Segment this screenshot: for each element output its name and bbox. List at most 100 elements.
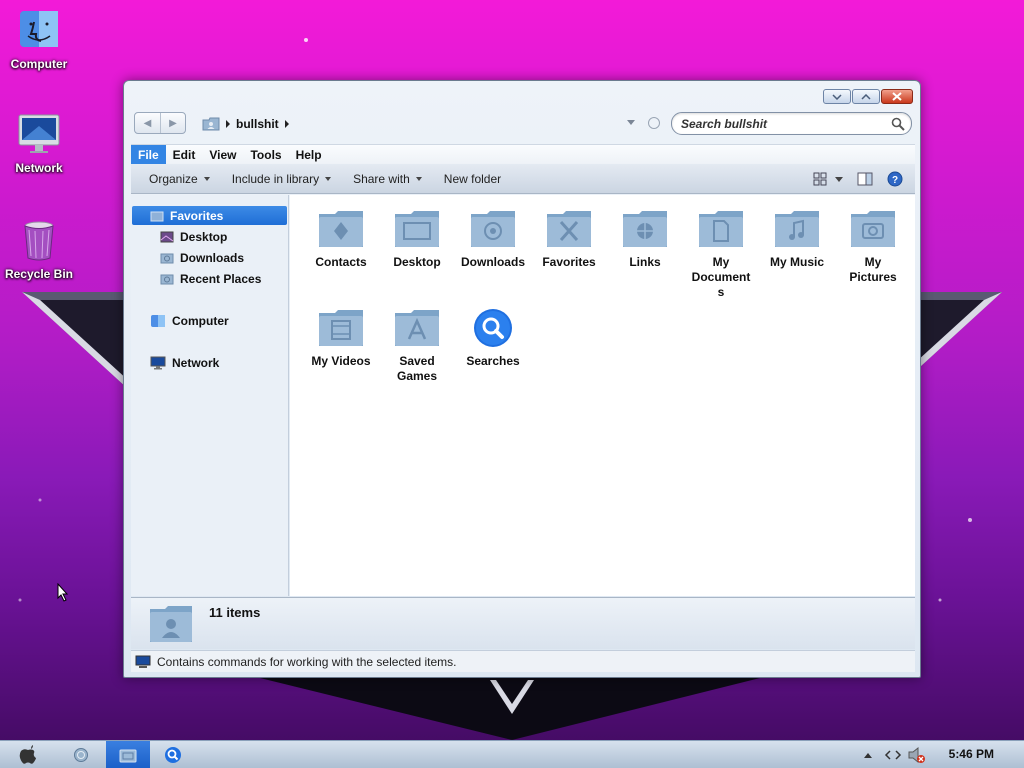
desktop-folder-icon [395,211,439,247]
desktop-icon-label: Recycle Bin [4,267,74,281]
maximize-button[interactable] [852,89,880,104]
downloads-folder-icon [471,211,515,247]
breadcrumb[interactable]: bullshit [202,115,289,133]
desktop-icon-network[interactable]: Network [0,112,79,175]
tray-volume-button[interactable] [906,744,928,766]
menu-file[interactable]: File [131,145,166,164]
search-input[interactable] [681,116,881,132]
downloads-folder-icon [160,253,174,263]
links-folder-icon [623,211,667,247]
videos-folder-icon [319,310,363,346]
share-with-button[interactable]: Share with [342,164,433,194]
taskbar-search-button[interactable] [162,744,184,766]
refresh-icon[interactable] [648,117,660,129]
command-bar: Organize Include in library Share with N… [131,164,915,194]
menu-tools[interactable]: Tools [243,145,288,164]
search-icon[interactable] [891,117,905,131]
folder-item-saved-games[interactable]: Saved Games [379,308,455,384]
svg-text:?: ? [892,175,898,186]
monitor-icon [18,114,60,153]
folder-item-favorites[interactable]: Favorites [531,209,607,270]
address-bar: ◀ ▶ bullshit [134,112,912,136]
folder-item-contacts[interactable]: Contacts [303,209,379,270]
search-box[interactable] [671,112,912,135]
taskbar-network-button[interactable] [70,744,92,766]
folder-item-searches[interactable]: Searches [455,308,531,369]
view-grid-icon [813,172,827,186]
explorer-window[interactable]: ◀ ▶ bullshit File Edit View Tools Help [123,80,921,678]
apple-logo-icon [19,745,36,764]
details-pane: 11 items [131,597,915,649]
nav-item-desktop[interactable]: Desktop [131,227,227,246]
minimize-button[interactable] [823,89,851,104]
desktop-icon-recycle-bin[interactable]: Recycle Bin [0,218,79,281]
tray-network-button[interactable] [882,744,904,766]
folder-item-my-music[interactable]: My Music [759,209,835,270]
chevron-down-icon [203,176,210,181]
user-folder-icon [150,606,192,642]
explorer-folder-icon [119,749,137,763]
folder-item-my-pictures[interactable]: My Pictures [835,209,911,285]
speaker-muted-icon [908,746,925,764]
forward-button[interactable]: ▶ [160,113,185,133]
close-icon [892,92,902,101]
help-icon[interactable]: ? [887,171,903,187]
folder-item-downloads[interactable]: Downloads [455,209,531,270]
caption-buttons [823,89,913,104]
network-monitor-icon [150,356,166,369]
tray-show-hidden-button[interactable] [862,744,874,766]
documents-folder-icon [699,211,743,247]
magnifier-icon [474,309,512,347]
item-count: 11 items [209,605,261,620]
new-folder-button[interactable]: New folder [433,164,512,194]
maximize-icon [861,93,871,100]
user-folder-icon [202,117,220,131]
star-folder-icon [150,211,164,221]
breadcrumb-separator-icon [226,120,230,128]
folder-item-my-documents[interactable]: My Document s [683,209,759,300]
nav-item-favorites[interactable]: Favorites [132,206,287,225]
menu-view[interactable]: View [202,145,243,164]
nav-item-network[interactable]: Network [131,353,219,372]
network-arrows-icon [884,750,902,760]
address-dropdown-icon[interactable] [627,120,635,125]
include-in-library-button[interactable]: Include in library [221,164,342,194]
breadcrumb-separator-icon[interactable] [284,120,289,128]
folder-item-links[interactable]: Links [607,209,683,270]
change-view-button[interactable] [813,172,843,186]
breadcrumb-current[interactable]: bullshit [236,117,279,131]
nav-item-downloads[interactable]: Downloads [131,248,244,267]
file-list[interactable]: Contacts Desktop Downloads Favorites Lin… [290,195,915,596]
folder-item-my-videos[interactable]: My Videos [303,308,379,369]
nav-item-recent-places[interactable]: Recent Places [131,269,261,288]
taskbar: 5:46 PM [0,740,1024,768]
back-arrow-icon: ◀ [143,117,152,129]
magnifier-icon [165,747,181,763]
desktop-icon-computer[interactable]: Computer [0,8,79,71]
folder-item-desktop[interactable]: Desktop [379,209,455,270]
contacts-folder-icon [319,211,363,247]
view-controls: ? [813,164,915,194]
start-button[interactable] [16,744,40,766]
forward-arrow-icon: ▶ [169,117,177,129]
finder-icon [20,11,58,47]
nav-buttons: ◀ ▶ [134,112,186,134]
preview-pane-icon[interactable] [857,172,873,186]
favorites-folder-icon [547,211,591,247]
menu-edit[interactable]: Edit [166,145,203,164]
desktop-folder-icon [160,231,174,242]
globe-icon [74,748,88,762]
mouse-cursor [57,583,69,602]
organize-button[interactable]: Organize [138,164,221,194]
music-folder-icon [775,211,819,247]
taskbar-clock[interactable]: 5:46 PM [949,747,994,761]
close-button[interactable] [881,89,913,104]
back-button[interactable]: ◀ [135,113,160,133]
menu-help[interactable]: Help [289,145,329,164]
taskbar-explorer-button[interactable] [106,741,150,768]
chevron-down-icon [325,176,332,181]
nav-item-computer[interactable]: Computer [131,311,229,330]
trash-icon [24,221,54,261]
menu-bar: File Edit View Tools Help [131,144,915,164]
chevron-down-icon [415,176,422,181]
